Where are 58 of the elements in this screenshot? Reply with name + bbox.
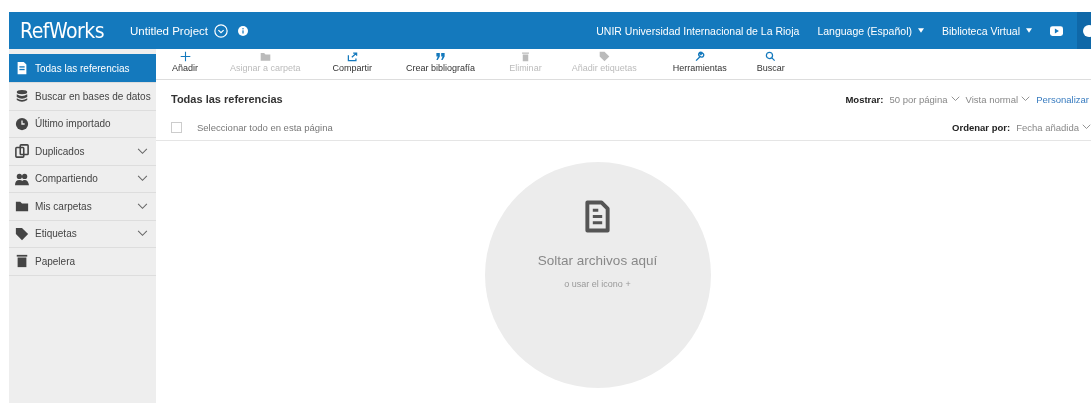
tag-icon: [15, 226, 29, 241]
institution-link[interactable]: UNIR Universidad Internacional de La Rioja: [596, 24, 800, 37]
caret-icon[interactable]: [917, 28, 924, 33]
chevron-down-icon[interactable]: [137, 147, 148, 155]
toolbar-button[interactable]: Compartir: [322, 49, 383, 79]
sidebar-item[interactable]: Último importado: [9, 110, 156, 138]
sidebar-item[interactable]: Buscar en bases de datos: [9, 83, 156, 111]
search-icon: [765, 51, 777, 62]
database-icon: [15, 89, 29, 104]
info-icon[interactable]: [238, 25, 248, 36]
share-icon: [346, 51, 358, 62]
tag-icon: [598, 51, 610, 62]
folder-icon: [15, 199, 29, 214]
toolbar-button[interactable]: Añadir: [162, 49, 208, 79]
language-menu[interactable]: Language (Español): [817, 24, 912, 37]
drop-zone[interactable]: Soltar archivos aquí o usar el icono +: [484, 162, 711, 388]
toolbar-button[interactable]: Herramientas: [662, 49, 737, 79]
customize-link[interactable]: Personalizar: [1036, 93, 1089, 105]
drop-title: Soltar archivos aquí: [537, 253, 658, 268]
sidebar-item[interactable]: Duplicados: [9, 138, 156, 166]
sort-dropdown[interactable]: Fecha añadida: [1016, 121, 1091, 133]
plus-icon: [179, 51, 191, 62]
toolbar-button[interactable]: Crear bibliografía: [396, 49, 486, 79]
toolbar-button[interactable]: Buscar: [746, 49, 795, 79]
chevron-down-icon: [1021, 96, 1031, 102]
select-all-label[interactable]: Seleccionar todo en esta página: [197, 121, 333, 133]
sidebar-item[interactable]: Mis carpetas: [9, 193, 156, 221]
view-dropdown[interactable]: Vista normal: [965, 93, 1031, 105]
caret-icon[interactable]: [1026, 28, 1032, 33]
per-page-dropdown[interactable]: 50 por página: [889, 93, 960, 105]
sidebar-item[interactable]: Compartiendo: [9, 165, 156, 193]
trash-icon: [15, 254, 29, 269]
chevron-down-icon: [950, 96, 960, 102]
select-all-checkbox[interactable]: [171, 121, 182, 133]
copies-icon: [15, 144, 29, 159]
logo[interactable]: RefWorks: [20, 18, 104, 43]
sort-label: Ordenar por:: [952, 121, 1011, 133]
sidebar-item[interactable]: Todas las referencias: [9, 54, 156, 83]
chevron-down-icon: [1082, 124, 1091, 130]
video-icon[interactable]: [1050, 25, 1063, 36]
people-icon: [15, 171, 29, 186]
chevron-down-icon[interactable]: [137, 230, 148, 238]
library-menu[interactable]: Biblioteca Virtual: [941, 24, 1020, 37]
chevron-down-icon[interactable]: [137, 202, 148, 210]
sidebar-item[interactable]: Etiquetas: [9, 220, 156, 248]
quote-icon: [435, 51, 447, 62]
project-title[interactable]: Untitled Project: [130, 24, 208, 37]
document-icon: [585, 200, 610, 233]
sidebar-item[interactable]: Papelera: [9, 248, 156, 276]
chevron-down-icon[interactable]: [137, 175, 148, 183]
show-label: Mostrar:: [845, 93, 884, 105]
folder-icon: [259, 51, 271, 62]
document-icon: [15, 61, 29, 75]
clock-icon: [15, 116, 29, 131]
trash-icon: [519, 51, 531, 62]
chevron-down-circle-icon[interactable]: [214, 23, 228, 38]
section-title: Todas las referencias: [171, 93, 283, 105]
drop-hint: o usar el icono +: [564, 279, 631, 289]
